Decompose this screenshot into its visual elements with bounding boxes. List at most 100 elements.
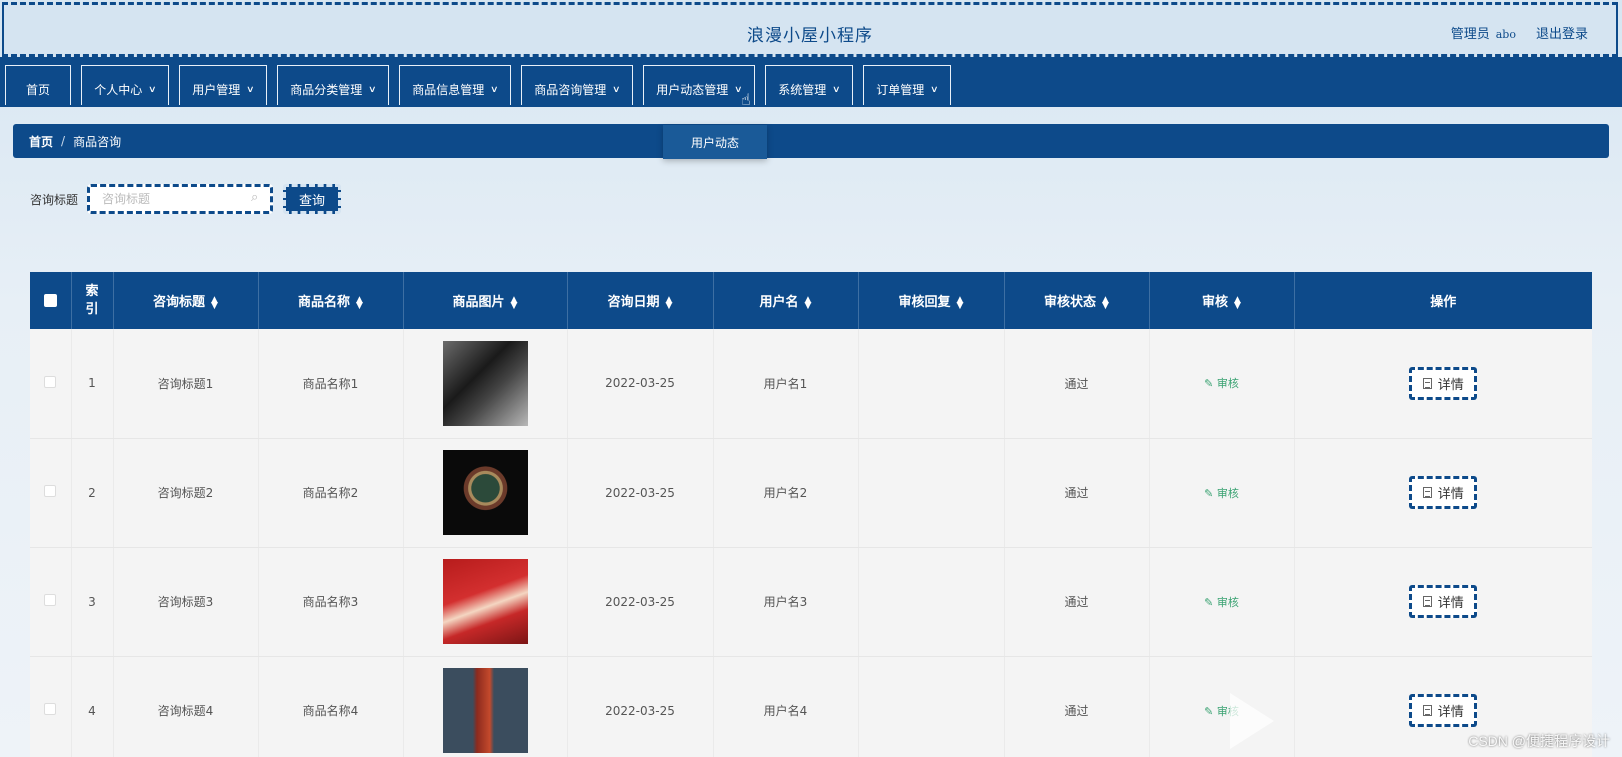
user-area: 管理员 abo 退出登录 (1451, 23, 1588, 42)
ev-logo-play-icon (1230, 693, 1274, 749)
cell-audit: ✎ 审核 (1149, 329, 1295, 439)
audit-link[interactable]: ✎ 审核 (1204, 487, 1239, 500)
sort-icon: ▲ ▼ (211, 294, 218, 311)
table-row: 2 咨询标题2 商品名称2 2022-03-25 用户名2 通过 ✎ 审核 详情 (30, 438, 1592, 548)
nav-item-user-management[interactable]: 用户管理 ∨ (179, 65, 267, 105)
chevron-down-icon: ∨ (612, 84, 621, 95)
document-icon (1422, 487, 1432, 498)
breadcrumb-current: 商品咨询 (73, 134, 122, 149)
chevron-down-icon: ∨ (832, 84, 841, 95)
cell-action: 详情 (1294, 438, 1592, 548)
col-header-product[interactable]: 商品名称 ▲ ▼ (258, 272, 404, 329)
cell-image (403, 656, 568, 757)
watch-photo[interactable] (442, 450, 528, 535)
audit-link[interactable]: ✎ 审核 (1204, 596, 1239, 609)
cell-date: 2022-03-25 (567, 329, 714, 439)
cell-product: 商品名称3 (258, 547, 404, 657)
cell-action: 详情 (1294, 547, 1592, 657)
cell-date: 2022-03-25 (567, 656, 714, 757)
watermark: CSDN @便捷程序设计 (1468, 733, 1610, 749)
cell-status: 通过 (1004, 656, 1150, 757)
col-header-index: 索引 (71, 272, 114, 329)
breadcrumb: 首页 / 商品咨询 (13, 124, 1609, 158)
nav-item-order-management[interactable]: 订单管理 ∨ (863, 65, 951, 105)
cell-action: 详情 (1294, 329, 1592, 439)
user-info: 管理员 abo (1451, 23, 1516, 42)
cell-date: 2022-03-25 (567, 547, 714, 657)
table-row: 3 咨询标题3 商品名称3 2022-03-25 用户名3 通过 ✎ 审核 详情 (30, 547, 1592, 657)
cell-audit: ✎ 审核 (1149, 438, 1295, 548)
search-button[interactable]: 查询 (283, 184, 341, 214)
row-checkbox[interactable] (30, 547, 72, 657)
col-header-audit[interactable]: 审核 ▲ ▼ (1149, 272, 1295, 329)
nav-label: 订单管理 (876, 83, 925, 97)
col-header-user[interactable]: 用户名 ▲ ▼ (713, 272, 859, 329)
cell-status: 通过 (1004, 547, 1150, 657)
cell-user: 用户名3 (713, 547, 859, 657)
cell-reply (858, 656, 1005, 757)
logout-link[interactable]: 退出登录 (1536, 23, 1588, 42)
nav-item-system-management[interactable]: 系统管理 ∨ (765, 65, 853, 105)
cell-image (403, 329, 568, 439)
wine-bottle-photo[interactable] (442, 668, 528, 753)
sort-icon: ▲ ▼ (510, 294, 518, 311)
nav-item-product-management[interactable]: 商品信息管理 ∨ (399, 65, 511, 105)
sort-icon: ▲ ▼ (1234, 294, 1241, 311)
detail-button[interactable]: 详情 (1409, 694, 1478, 727)
cell-index: 3 (71, 547, 114, 657)
nav-label: 商品咨询管理 (534, 83, 607, 97)
col-header-title[interactable]: 咨询标题 ▲ ▼ (113, 272, 259, 329)
col-header-image[interactable]: 商品图片 ▲ ▼ (403, 272, 568, 329)
cell-audit: ✎ 审核 (1149, 547, 1295, 657)
row-checkbox[interactable] (30, 438, 72, 548)
cell-title: 咨询标题1 (113, 329, 259, 439)
table-row: 1 咨询标题1 商品名称1 2022-03-25 用户名1 通过 ✎ 审核 详情 (30, 329, 1592, 439)
hand-cursor-icon: ☝ (741, 90, 751, 109)
breadcrumb-separator: / (61, 134, 66, 148)
top-header: 浪漫小屋小程序 管理员 abo 退出登录 (2, 2, 1618, 57)
nav-label: 用户动态管理 (656, 83, 729, 97)
cell-status: 通过 (1004, 329, 1150, 439)
gift-box-photo[interactable] (442, 559, 528, 644)
sort-icon: ▲ ▼ (665, 294, 673, 311)
chevron-down-icon: ∨ (368, 84, 377, 95)
cell-image (403, 438, 568, 548)
detail-button[interactable]: 详情 (1409, 366, 1478, 400)
cell-product: 商品名称1 (258, 329, 404, 439)
detail-button[interactable]: 详情 (1409, 476, 1478, 509)
audit-link[interactable]: ✎ 审核 (1204, 377, 1239, 390)
chevron-down-icon: ∨ (148, 84, 157, 95)
nav-label: 系统管理 (778, 83, 827, 97)
edit-icon: ✎ (1204, 486, 1217, 500)
cell-product: 商品名称4 (258, 656, 404, 757)
nav-item-category-management[interactable]: 商品分类管理 ∨ (277, 65, 389, 105)
select-all-checkbox[interactable] (30, 272, 72, 329)
col-header-reply[interactable]: 审核回复 ▲ ▼ (858, 272, 1005, 329)
col-header-date[interactable]: 咨询日期 ▲ ▼ (567, 272, 714, 329)
detail-button[interactable]: 详情 (1409, 585, 1478, 618)
nav-item-personal-center[interactable]: 个人中心 ∨ (81, 65, 169, 105)
dropdown-item-user-dynamic[interactable]: 用户动态 (663, 125, 767, 159)
nav-item-user-dynamic-management[interactable]: 用户动态管理 ∨ (643, 65, 755, 105)
cell-index: 4 (71, 656, 114, 757)
cell-product: 商品名称2 (258, 438, 404, 548)
chevron-down-icon: ∨ (246, 84, 255, 95)
cell-title: 咨询标题3 (113, 547, 259, 657)
nav-item-consult-management[interactable]: 商品咨询管理 ∨ (521, 65, 633, 105)
nav-item-home[interactable]: 首页 (5, 65, 71, 105)
bouquet-photo[interactable] (442, 340, 528, 426)
search-label: 咨询标题 (30, 193, 79, 207)
nav-label: 首页 (25, 83, 50, 97)
col-header-action: 操作 (1294, 272, 1592, 329)
edit-icon: ✎ (1204, 377, 1217, 391)
table-row: 4 咨询标题4 商品名称4 2022-03-25 用户名4 通过 ✎ 审核 详情 (30, 656, 1592, 757)
sort-icon: ▲ ▼ (956, 294, 964, 311)
breadcrumb-home[interactable]: 首页 (29, 133, 53, 150)
cell-index: 1 (71, 329, 114, 439)
cell-reply (858, 329, 1005, 439)
row-checkbox[interactable] (30, 656, 72, 757)
row-checkbox[interactable] (30, 329, 72, 439)
col-header-status[interactable]: 审核状态 ▲ ▼ (1004, 272, 1150, 329)
search-input[interactable] (87, 184, 273, 214)
sort-icon: ▲ ▼ (356, 294, 363, 311)
